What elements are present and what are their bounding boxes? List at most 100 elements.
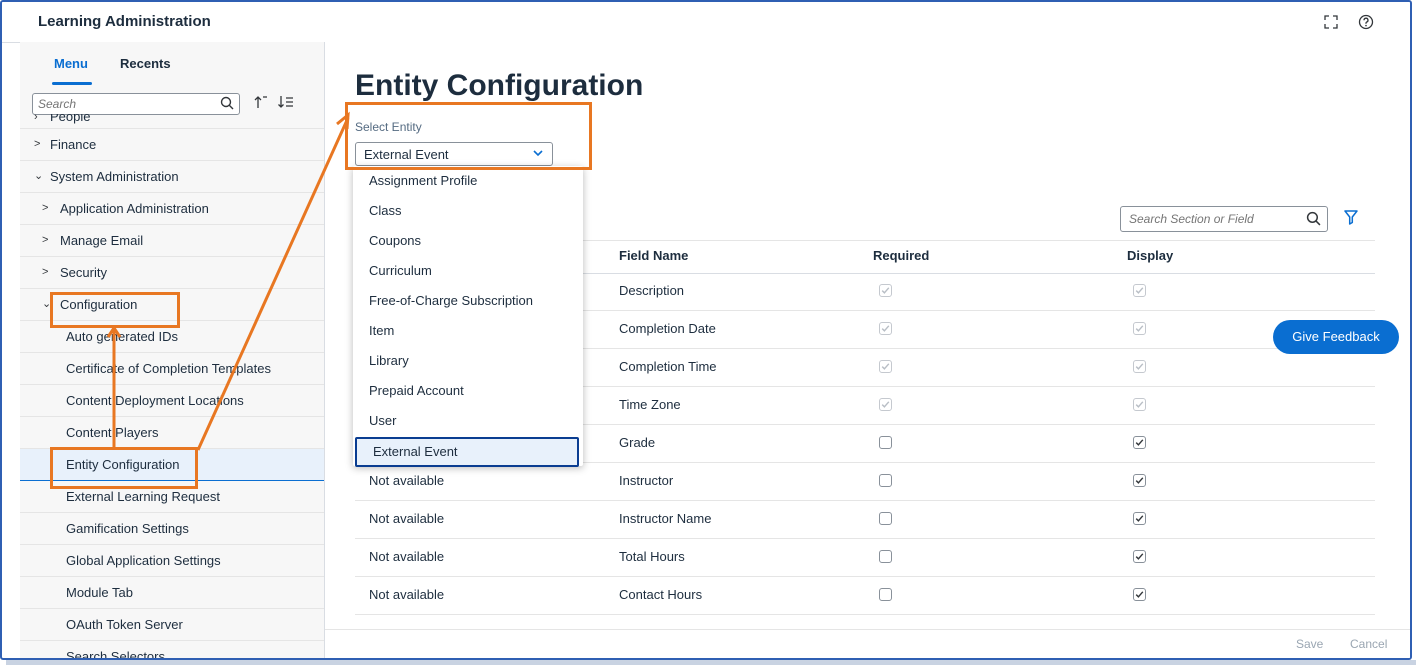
required-checkbox[interactable]	[879, 550, 892, 563]
required-checkbox[interactable]	[879, 436, 892, 449]
select-entity-label: Select Entity	[355, 120, 422, 134]
sidebar-item-manage-email[interactable]: > Manage Email	[20, 225, 324, 257]
dropdown-option[interactable]: Prepaid Account	[353, 376, 583, 406]
field-name-cell: Contact Hours	[619, 587, 703, 602]
window-shadow	[6, 660, 1416, 665]
display-checkbox[interactable]	[1133, 436, 1146, 449]
column-header-required[interactable]: Required	[873, 240, 929, 272]
display-checkbox	[1133, 322, 1146, 335]
menu-search-input[interactable]	[38, 96, 208, 112]
display-checkbox[interactable]	[1133, 588, 1146, 601]
field-name-cell: Grade	[619, 435, 656, 450]
chevron-right-icon: ›	[34, 114, 38, 123]
required-checkbox[interactable]	[879, 588, 892, 601]
sidebar-item-oauth-token-server[interactable]: OAuth Token Server	[20, 609, 324, 641]
sidebar-item-label: Manage Email	[60, 233, 144, 248]
display-checkbox	[1133, 398, 1146, 411]
field-name-cell: Instructor Name	[619, 511, 712, 526]
cancel-button[interactable]: Cancel	[1350, 637, 1387, 651]
dropdown-option[interactable]: Coupons	[353, 226, 583, 256]
table-row: Not available Instructor Name	[355, 500, 1375, 539]
entity-select-value: External Event	[364, 147, 449, 162]
table-search	[1120, 206, 1328, 232]
sidebar-item-search-selectors[interactable]: Search Selectors	[20, 641, 324, 658]
dropdown-option[interactable]: Library	[353, 346, 583, 376]
search-icon[interactable]	[1306, 211, 1321, 231]
sidebar-item-people[interactable]: › People	[20, 114, 324, 129]
entity-dropdown-list: Assignment Profile Class Coupons Curricu…	[353, 166, 583, 467]
dropdown-option-selected[interactable]: External Event	[355, 437, 579, 467]
sidebar-item-external-learning-request[interactable]: External Learning Request	[20, 481, 324, 513]
chevron-down-icon: ⌄	[34, 170, 44, 182]
sidebar-item-label: Finance	[50, 137, 97, 152]
fullscreen-icon[interactable]	[1320, 11, 1342, 33]
tab-menu[interactable]: Menu	[54, 56, 88, 71]
sidebar-item-module-tab[interactable]: Module Tab	[20, 577, 324, 609]
menu-tree: › People > Finance ⌄ System Administrati…	[20, 114, 324, 658]
sidebar-item-auto-generated-ids[interactable]: Auto generated IDs	[20, 321, 324, 353]
sidebar-item-content-players[interactable]: Content Players	[20, 417, 324, 449]
side-navigation: Menu Recents › People > Finance	[20, 42, 325, 658]
dropdown-option[interactable]: Class	[353, 196, 583, 226]
dropdown-option[interactable]: Curriculum	[353, 256, 583, 286]
dropdown-option[interactable]: User	[353, 406, 583, 436]
sidebar-tabs: Menu Recents	[20, 42, 324, 88]
section-cell: Not available	[369, 587, 445, 602]
sidebar-item-security[interactable]: > Security	[20, 257, 324, 289]
sidebar-item-label: Content Players	[66, 425, 159, 440]
required-checkbox[interactable]	[879, 512, 892, 525]
display-checkbox[interactable]	[1133, 550, 1146, 563]
sidebar-item-finance[interactable]: > Finance	[20, 129, 324, 161]
save-button[interactable]: Save	[1296, 637, 1323, 651]
sidebar-item-application-administration[interactable]: > Application Administration	[20, 193, 324, 225]
required-checkbox	[879, 322, 892, 335]
table-search-input[interactable]	[1129, 211, 1289, 227]
entity-select[interactable]: External Event	[355, 142, 553, 166]
required-checkbox	[879, 360, 892, 373]
tab-recents[interactable]: Recents	[120, 56, 171, 71]
sidebar-item-label: Application Administration	[60, 201, 209, 216]
field-name-cell: Completion Date	[619, 321, 716, 336]
search-icon[interactable]	[220, 96, 234, 115]
filter-icon[interactable]	[1344, 209, 1358, 230]
required-checkbox	[879, 398, 892, 411]
dropdown-option[interactable]: Free-of-Charge Subscription	[353, 286, 583, 316]
sidebar-item-label: Security	[60, 265, 107, 280]
section-cell: Not available	[369, 549, 445, 564]
sort-list-icon[interactable]	[278, 95, 294, 112]
chevron-down-icon	[532, 146, 544, 164]
column-header-field-name[interactable]: Field Name	[619, 240, 688, 272]
sidebar-item-label: System Administration	[50, 169, 179, 184]
help-icon[interactable]	[1355, 11, 1377, 33]
sidebar-item-label: Entity Configuration	[66, 457, 180, 472]
sidebar-item-entity-configuration[interactable]: Entity Configuration	[20, 449, 324, 481]
table-row: Not available Instructor	[355, 462, 1375, 501]
sidebar-item-configuration[interactable]: ⌄ Configuration	[20, 289, 324, 321]
app-title: Learning Administration	[38, 13, 211, 30]
give-feedback-button[interactable]: Give Feedback	[1273, 320, 1399, 354]
section-cell: Not available	[369, 473, 445, 488]
sidebar-item-certificate-templates[interactable]: Certificate of Completion Templates	[20, 353, 324, 385]
field-name-cell: Description	[619, 283, 685, 298]
display-checkbox[interactable]	[1133, 474, 1146, 487]
sidebar-item-label: People	[50, 114, 91, 124]
chevron-right-icon: >	[34, 138, 41, 150]
required-checkbox[interactable]	[879, 474, 892, 487]
sidebar-item-content-deployment-locations[interactable]: Content Deployment Locations	[20, 385, 324, 417]
field-name-cell: Total Hours	[619, 549, 685, 564]
sidebar-item-label: Global Application Settings	[66, 553, 221, 568]
table-row: Not available Total Hours	[355, 538, 1375, 577]
display-checkbox[interactable]	[1133, 512, 1146, 525]
sidebar-item-global-application-settings[interactable]: Global Application Settings	[20, 545, 324, 577]
sidebar-item-system-administration[interactable]: ⌄ System Administration	[20, 161, 324, 193]
active-tab-indicator	[52, 82, 92, 85]
field-name-cell: Completion Time	[619, 359, 717, 374]
sort-ascending-icon[interactable]	[254, 95, 268, 112]
dropdown-option[interactable]: Assignment Profile	[353, 166, 583, 196]
sidebar-item-gamification-settings[interactable]: Gamification Settings	[20, 513, 324, 545]
column-header-display[interactable]: Display	[1127, 240, 1173, 272]
app-window: Learning Administration Menu Recents Sea…	[0, 0, 1412, 660]
dropdown-option[interactable]: Item	[353, 316, 583, 346]
sidebar-item-label: Auto generated IDs	[66, 329, 179, 344]
table-row: Not available Contact Hours	[355, 576, 1375, 615]
